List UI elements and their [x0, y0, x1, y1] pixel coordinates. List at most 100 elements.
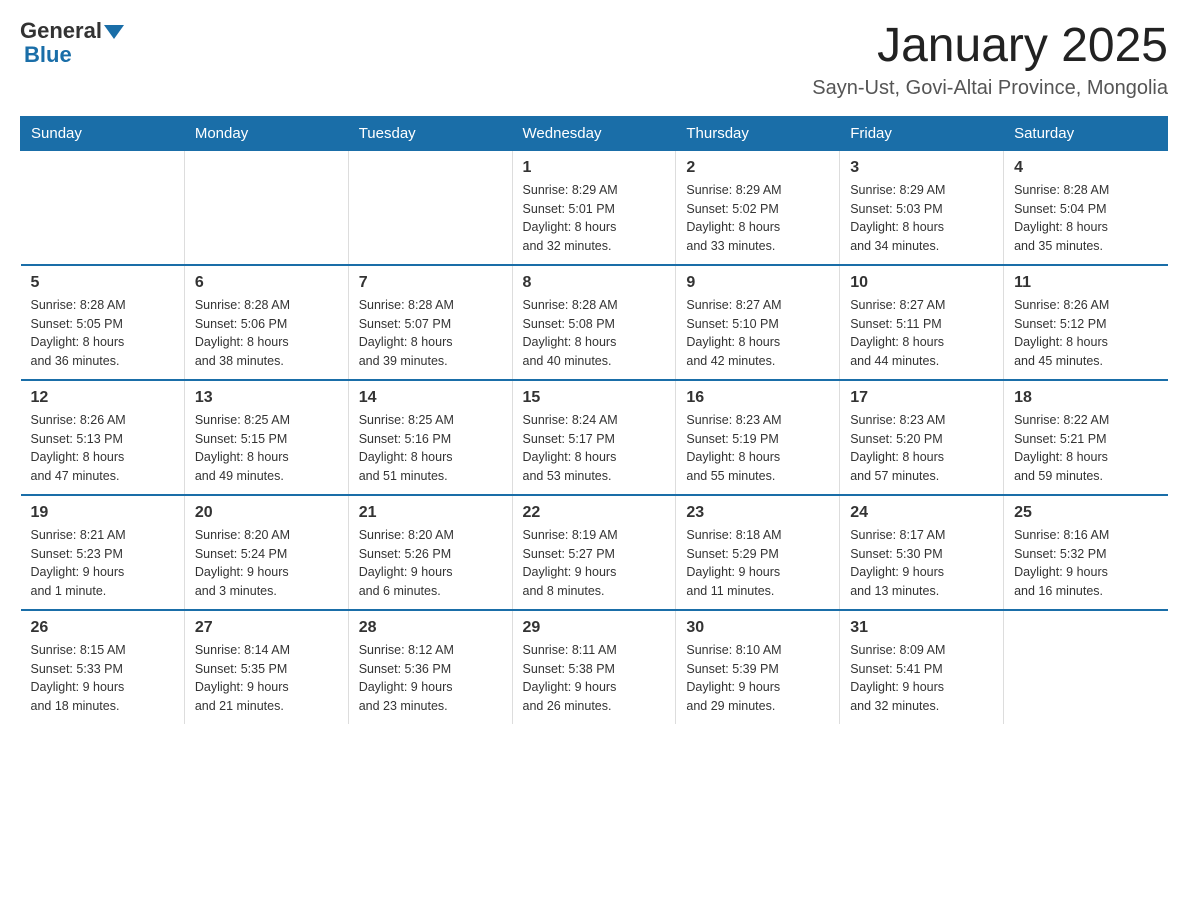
calendar-table: SundayMondayTuesdayWednesdayThursdayFrid… [20, 116, 1168, 724]
calendar-cell: 6Sunrise: 8:28 AM Sunset: 5:06 PM Daylig… [184, 265, 348, 380]
calendar-cell: 29Sunrise: 8:11 AM Sunset: 5:38 PM Dayli… [512, 610, 676, 724]
day-number: 29 [523, 619, 666, 637]
day-info: Sunrise: 8:29 AM Sunset: 5:02 PM Dayligh… [686, 181, 829, 256]
calendar-cell: 2 Sunrise: 8:29 AM Sunset: 5:02 PM Daylig… [676, 150, 840, 265]
day-number: 17 [850, 389, 993, 407]
calendar-cell [348, 150, 512, 265]
day-number: 22 [523, 504, 666, 522]
logo: General Blue [20, 20, 124, 68]
calendar-cell: 25 Sunrise: 8:16 AM Sunset: 5:32 PM Dayli… [1004, 495, 1168, 610]
calendar-cell: 9 Sunrise: 8:27 AM Sunset: 5:10 PM Daylig… [676, 265, 840, 380]
day-info: Sunrise: 8:09 AM Sunset: 5:41 PM Dayligh… [850, 641, 993, 716]
day-number: 19 [31, 504, 174, 522]
weekday-header-saturday: Saturday [1004, 116, 1168, 150]
day-number: 2 [686, 159, 829, 177]
calendar-cell: 24Sunrise: 8:17 AM Sunset: 5:30 PM Dayli… [840, 495, 1004, 610]
day-number: 20 [195, 504, 338, 522]
day-info: Sunrise: 8:22 AM Sunset: 5:21 PM Dayligh… [1014, 411, 1157, 486]
calendar-cell: 10Sunrise: 8:27 AM Sunset: 5:11 PM Dayli… [840, 265, 1004, 380]
day-number: 9 [686, 274, 829, 292]
day-number: 24 [850, 504, 993, 522]
day-number: 11 [1014, 274, 1157, 292]
day-info: Sunrise: 8:24 AM Sunset: 5:17 PM Dayligh… [523, 411, 666, 486]
weekday-header-tuesday: Tuesday [348, 116, 512, 150]
calendar-cell: 3 Sunrise: 8:29 AM Sunset: 5:03 PM Daylig… [840, 150, 1004, 265]
day-number: 31 [850, 619, 993, 637]
day-info: Sunrise: 8:20 AM Sunset: 5:24 PM Dayligh… [195, 526, 338, 601]
calendar-cell [1004, 610, 1168, 724]
week-row-1: 1 Sunrise: 8:29 AM Sunset: 5:01 PM Daylig… [21, 150, 1168, 265]
day-info: Sunrise: 8:28 AM Sunset: 5:07 PM Dayligh… [359, 296, 502, 371]
week-row-4: 19 Sunrise: 8:21 AM Sunset: 5:23 PM Dayli… [21, 495, 1168, 610]
day-number: 5 [31, 274, 174, 292]
day-number: 15 [523, 389, 666, 407]
calendar-subtitle: Sayn-Ust, Govi-Altai Province, Mongolia [812, 77, 1168, 100]
day-info: Sunrise: 8:28 AM Sunset: 5:05 PM Dayligh… [31, 296, 174, 371]
weekday-header-monday: Monday [184, 116, 348, 150]
calendar-cell: 13 Sunrise: 8:25 AM Sunset: 5:15 PM Dayli… [184, 380, 348, 495]
logo-blue-text: Blue [24, 42, 72, 67]
calendar-cell: 20 Sunrise: 8:20 AM Sunset: 5:24 PM Dayli… [184, 495, 348, 610]
day-number: 10 [850, 274, 993, 292]
day-number: 7 [359, 274, 502, 292]
calendar-cell: 28Sunrise: 8:12 AM Sunset: 5:36 PM Dayli… [348, 610, 512, 724]
weekday-header-wednesday: Wednesday [512, 116, 676, 150]
day-info: Sunrise: 8:26 AM Sunset: 5:13 PM Dayligh… [31, 411, 174, 486]
weekday-header-friday: Friday [840, 116, 1004, 150]
day-info: Sunrise: 8:29 AM Sunset: 5:01 PM Dayligh… [523, 181, 666, 256]
day-info: Sunrise: 8:25 AM Sunset: 5:15 PM Dayligh… [195, 411, 338, 486]
day-info: Sunrise: 8:25 AM Sunset: 5:16 PM Dayligh… [359, 411, 502, 486]
day-number: 3 [850, 159, 993, 177]
calendar-title: January 2025 [812, 20, 1168, 73]
day-number: 16 [686, 389, 829, 407]
day-info: Sunrise: 8:26 AM Sunset: 5:12 PM Dayligh… [1014, 296, 1157, 371]
logo-triangle-icon [104, 25, 124, 39]
day-info: Sunrise: 8:20 AM Sunset: 5:26 PM Dayligh… [359, 526, 502, 601]
calendar-cell: 11 Sunrise: 8:26 AM Sunset: 5:12 PM Dayli… [1004, 265, 1168, 380]
calendar-cell: 1 Sunrise: 8:29 AM Sunset: 5:01 PM Daylig… [512, 150, 676, 265]
week-row-3: 12 Sunrise: 8:26 AM Sunset: 5:13 PM Dayli… [21, 380, 1168, 495]
day-number: 18 [1014, 389, 1157, 407]
title-area: January 2025 Sayn-Ust, Govi-Altai Provin… [812, 20, 1168, 100]
calendar-cell: 7 Sunrise: 8:28 AM Sunset: 5:07 PM Daylig… [348, 265, 512, 380]
calendar-cell: 23Sunrise: 8:18 AM Sunset: 5:29 PM Dayli… [676, 495, 840, 610]
calendar-cell: 19 Sunrise: 8:21 AM Sunset: 5:23 PM Dayli… [21, 495, 185, 610]
calendar-cell: 26Sunrise: 8:15 AM Sunset: 5:33 PM Dayli… [21, 610, 185, 724]
day-number: 25 [1014, 504, 1157, 522]
day-info: Sunrise: 8:23 AM Sunset: 5:19 PM Dayligh… [686, 411, 829, 486]
calendar-cell: 18 Sunrise: 8:22 AM Sunset: 5:21 PM Dayli… [1004, 380, 1168, 495]
calendar-cell: 17 Sunrise: 8:23 AM Sunset: 5:20 PM Dayli… [840, 380, 1004, 495]
logo-general-text: General [20, 20, 102, 42]
day-number: 13 [195, 389, 338, 407]
day-number: 28 [359, 619, 502, 637]
week-row-5: 26Sunrise: 8:15 AM Sunset: 5:33 PM Dayli… [21, 610, 1168, 724]
calendar-cell: 4Sunrise: 8:28 AM Sunset: 5:04 PM Daylig… [1004, 150, 1168, 265]
day-number: 6 [195, 274, 338, 292]
day-number: 12 [31, 389, 174, 407]
day-info: Sunrise: 8:29 AM Sunset: 5:03 PM Dayligh… [850, 181, 993, 256]
weekday-header-sunday: Sunday [21, 116, 185, 150]
day-info: Sunrise: 8:27 AM Sunset: 5:10 PM Dayligh… [686, 296, 829, 371]
week-row-2: 5 Sunrise: 8:28 AM Sunset: 5:05 PM Daylig… [21, 265, 1168, 380]
day-number: 30 [686, 619, 829, 637]
calendar-cell: 27Sunrise: 8:14 AM Sunset: 5:35 PM Dayli… [184, 610, 348, 724]
day-number: 21 [359, 504, 502, 522]
day-number: 27 [195, 619, 338, 637]
day-number: 14 [359, 389, 502, 407]
day-number: 23 [686, 504, 829, 522]
day-number: 1 [523, 159, 666, 177]
day-info: Sunrise: 8:16 AM Sunset: 5:32 PM Dayligh… [1014, 526, 1157, 601]
calendar-cell: 22Sunrise: 8:19 AM Sunset: 5:27 PM Dayli… [512, 495, 676, 610]
day-info: Sunrise: 8:23 AM Sunset: 5:20 PM Dayligh… [850, 411, 993, 486]
weekday-header-row: SundayMondayTuesdayWednesdayThursdayFrid… [21, 116, 1168, 150]
calendar-cell: 5 Sunrise: 8:28 AM Sunset: 5:05 PM Daylig… [21, 265, 185, 380]
calendar-cell [184, 150, 348, 265]
day-info: Sunrise: 8:21 AM Sunset: 5:23 PM Dayligh… [31, 526, 174, 601]
day-info: Sunrise: 8:28 AM Sunset: 5:08 PM Dayligh… [523, 296, 666, 371]
calendar-cell: 16 Sunrise: 8:23 AM Sunset: 5:19 PM Dayli… [676, 380, 840, 495]
day-number: 8 [523, 274, 666, 292]
day-number: 4 [1014, 159, 1157, 177]
calendar-cell [21, 150, 185, 265]
calendar-cell: 8 Sunrise: 8:28 AM Sunset: 5:08 PM Daylig… [512, 265, 676, 380]
calendar-cell: 15 Sunrise: 8:24 AM Sunset: 5:17 PM Dayli… [512, 380, 676, 495]
